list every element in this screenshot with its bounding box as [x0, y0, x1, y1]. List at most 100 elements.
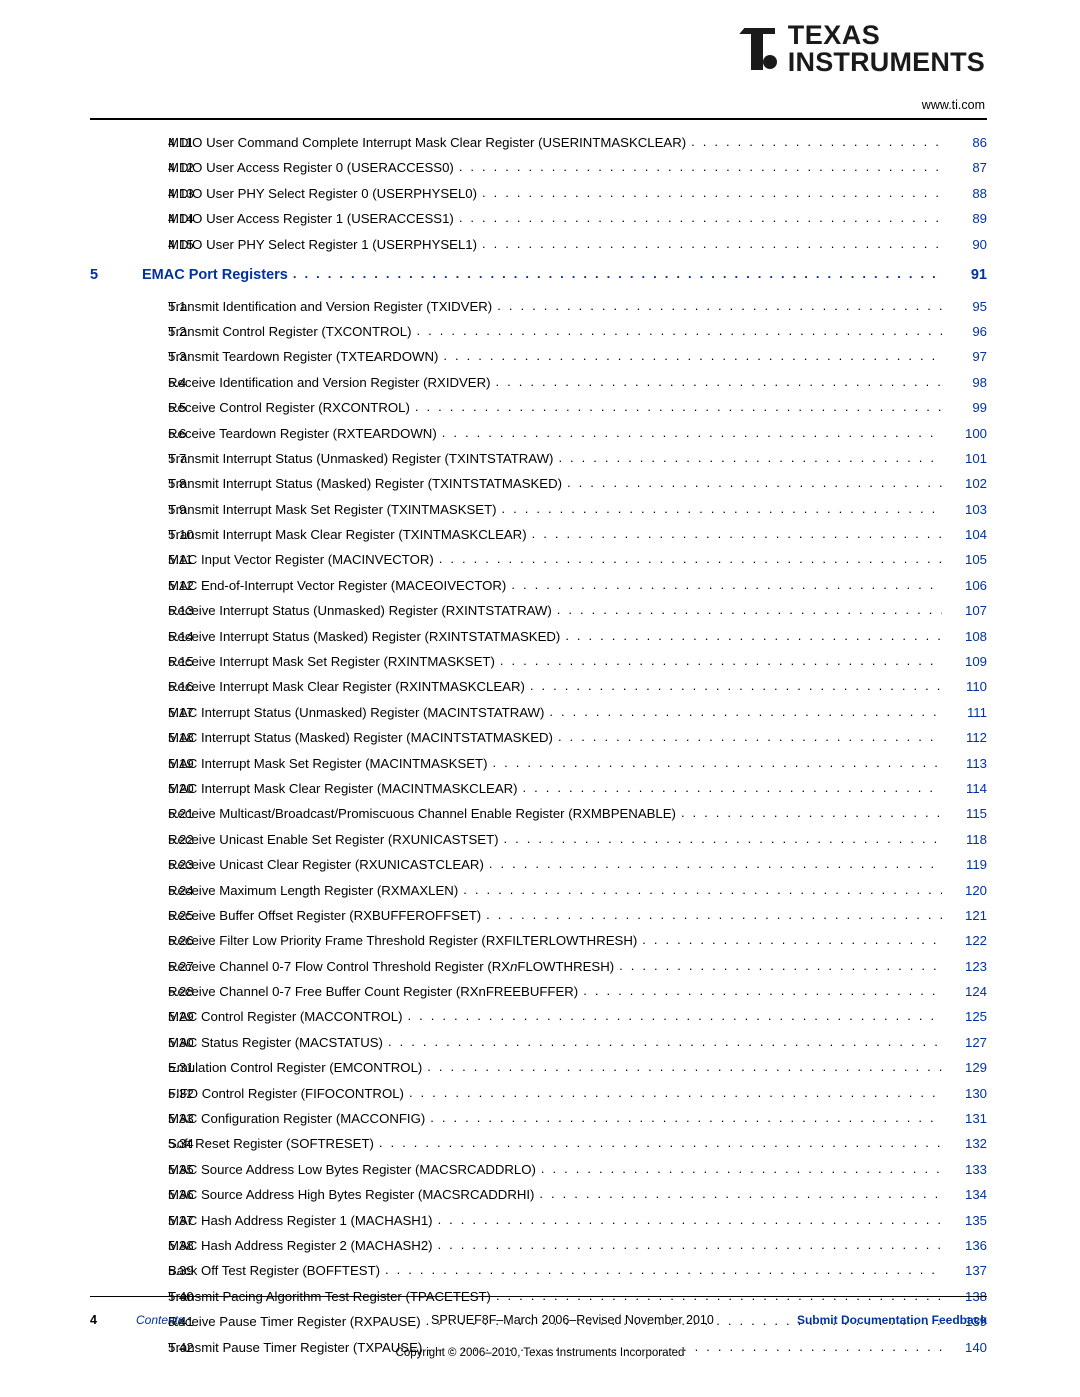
toc-page-number[interactable]: 86: [947, 136, 987, 149]
toc-entry-title: MAC Source Address Low Bytes Register (M…: [168, 1161, 536, 1177]
toc-row[interactable]: 4.15 MDIO User PHY Select Register 1 (USE…: [90, 232, 987, 257]
toc-page-number[interactable]: 113: [947, 756, 987, 769]
toc-row[interactable]: 5.1 Transmit Identification and Version R…: [90, 293, 987, 318]
toc-row[interactable]: 5.37 MAC Hash Address Register 1 (MACHASH…: [90, 1208, 987, 1233]
toc-row[interactable]: 5.6 Receive Teardown Register (RXTEARDOWN…: [90, 420, 987, 445]
toc-row[interactable]: 5.39 Back Off Test Register (BOFFTEST) . .…: [90, 1258, 987, 1283]
toc-row[interactable]: 5.25 Receive Buffer Offset Register (RXBU…: [90, 903, 987, 928]
toc-row[interactable]: 5.31 Emulation Control Register (EMCONTRO…: [90, 1055, 987, 1080]
toc-row[interactable]: 5.30 MAC Status Register (MACSTATUS) . . .…: [90, 1030, 987, 1055]
toc-page-number[interactable]: 115: [947, 807, 987, 820]
toc-row[interactable]: 5.19 MAC Interrupt Mask Set Register (MAC…: [90, 750, 987, 775]
toc-row[interactable]: 5.11 MAC Input Vector Register (MACINVECT…: [90, 547, 987, 572]
toc-page-number[interactable]: 98: [947, 376, 987, 389]
toc-row[interactable]: 5.34 Soft Reset Register (SOFTRESET) . . .…: [90, 1131, 987, 1156]
toc-row[interactable]: 5.3 Transmit Teardown Register (TXTEARDOW…: [90, 344, 987, 369]
toc-page-number[interactable]: 95: [947, 299, 987, 312]
toc-row[interactable]: 5.12 MAC End-of-Interrupt Vector Register…: [90, 573, 987, 598]
toc-row[interactable]: 5.22 Receive Unicast Enable Set Register …: [90, 827, 987, 852]
toc-row[interactable]: 5.4 Receive Identification and Version Re…: [90, 370, 987, 395]
toc-page-number[interactable]: 88: [947, 187, 987, 200]
toc-row[interactable]: 5.18 MAC Interrupt Status (Masked) Regist…: [90, 725, 987, 750]
toc-row[interactable]: 5.7 Transmit Interrupt Status (Unmasked) …: [90, 446, 987, 471]
toc-row[interactable]: 5.13 Receive Interrupt Status (Unmasked) …: [90, 598, 987, 623]
toc-page-number[interactable]: 137: [947, 1264, 987, 1277]
toc-row[interactable]: 5.23 Receive Unicast Clear Register (RXUN…: [90, 852, 987, 877]
toc-page-number[interactable]: 103: [947, 502, 987, 515]
toc-page-number[interactable]: 129: [947, 1061, 987, 1074]
toc-row[interactable]: 5.26 Receive Filter Low Priority Frame Th…: [90, 928, 987, 953]
toc-page-number[interactable]: 111: [947, 706, 987, 719]
toc-page-number[interactable]: 130: [947, 1086, 987, 1099]
toc-leader-dots: . . . . . . . . . . . . . . . . . . . . …: [691, 135, 942, 149]
toc-page-number[interactable]: 134: [947, 1188, 987, 1201]
toc-row[interactable]: 5.36 MAC Source Address High Bytes Regist…: [90, 1182, 987, 1207]
toc-row[interactable]: 5.32 FIFO Control Register (FIFOCONTROL).…: [90, 1081, 987, 1106]
toc-page-number[interactable]: 105: [947, 553, 987, 566]
toc-page-number[interactable]: 101: [947, 452, 987, 465]
toc-page-number[interactable]: 112: [947, 731, 987, 744]
toc-page-number[interactable]: 114: [947, 782, 987, 795]
toc-page-number[interactable]: 132: [947, 1137, 987, 1150]
toc-page-number[interactable]: 133: [947, 1163, 987, 1176]
toc-page-number[interactable]: 123: [947, 960, 987, 973]
toc-page-number[interactable]: 107: [947, 604, 987, 617]
toc-page-number[interactable]: 96: [947, 325, 987, 338]
toc-page-number[interactable]: 108: [947, 629, 987, 642]
toc-page-number[interactable]: 102: [947, 477, 987, 490]
toc-row[interactable]: 4.11 MDIO User Command Complete Interrupt…: [90, 130, 987, 155]
toc-row[interactable]: 5.10 Transmit Interrupt Mask Clear Regist…: [90, 522, 987, 547]
toc-leader-dots: . . . . . . . . . . . . . . . . . . . . …: [378, 1136, 942, 1150]
submit-documentation-feedback-link[interactable]: Submit Documentation Feedback: [797, 1313, 987, 1327]
toc-row[interactable]: 5.21 Receive Multicast/Broadcast/Promiscu…: [90, 801, 987, 826]
toc-entry-title: Transmit Interrupt Mask Set Register (TX…: [168, 501, 497, 517]
footer-divider: [90, 1296, 987, 1297]
toc-page-number[interactable]: 121: [947, 909, 987, 922]
toc-page-number[interactable]: 109: [947, 655, 987, 668]
toc-page-number[interactable]: 125: [947, 1010, 987, 1023]
toc-section-number: 5.29: [168, 1009, 194, 1025]
toc-page-number[interactable]: 100: [947, 426, 987, 439]
toc-page-number[interactable]: 127: [947, 1036, 987, 1049]
toc-page-number[interactable]: 122: [947, 934, 987, 947]
toc-row[interactable]: 5.16 Receive Interrupt Mask Clear Registe…: [90, 674, 987, 699]
toc-page-number[interactable]: 124: [947, 985, 987, 998]
toc-row[interactable]: 5.35 MAC Source Address Low Bytes Registe…: [90, 1157, 987, 1182]
toc-page-number[interactable]: 118: [947, 833, 987, 846]
toc-page-number[interactable]: 110: [947, 680, 987, 693]
toc-row[interactable]: 4.12 MDIO User Access Register 0 (USERACC…: [90, 155, 987, 180]
toc-row[interactable]: 5.8 Transmit Interrupt Status (Masked) Re…: [90, 471, 987, 496]
toc-row[interactable]: 5.5 Receive Control Register (RXCONTROL).…: [90, 395, 987, 420]
toc-page-number[interactable]: 91: [947, 268, 987, 283]
toc-page-number[interactable]: 89: [947, 212, 987, 225]
toc-page-number[interactable]: 90: [947, 237, 987, 250]
toc-page-number[interactable]: 99: [947, 401, 987, 414]
toc-row[interactable]: 4.13 MDIO User PHY Select Register 0 (USE…: [90, 181, 987, 206]
toc-page-number[interactable]: 119: [947, 858, 987, 871]
toc-row[interactable]: 5.20 MAC Interrupt Mask Clear Register (M…: [90, 776, 987, 801]
toc-page-number[interactable]: 136: [947, 1239, 987, 1252]
toc-row[interactable]: 5.24 Receive Maximum Length Register (RXM…: [90, 877, 987, 902]
toc-page-number[interactable]: 106: [947, 579, 987, 592]
toc-page-number[interactable]: 120: [947, 883, 987, 896]
toc-page-number[interactable]: 135: [947, 1213, 987, 1226]
toc-row[interactable]: 5.27 Receive Channel 0-7 Flow Control Thr…: [90, 954, 987, 979]
toc-chapter-row[interactable]: 5 EMAC Port Registers . . . . . . . . . . …: [90, 257, 987, 294]
toc-row[interactable]: 5.28 Receive Channel 0-7 Free Buffer Coun…: [90, 979, 987, 1004]
toc-section-number: 5.30: [168, 1034, 194, 1050]
toc-section-number: 5.15: [168, 654, 194, 670]
toc-row[interactable]: 5.15 Receive Interrupt Mask Set Register …: [90, 649, 987, 674]
toc-row[interactable]: 5.17 MAC Interrupt Status (Unmasked) Regi…: [90, 700, 987, 725]
toc-row[interactable]: 5.2 Transmit Control Register (TXCONTROL)…: [90, 319, 987, 344]
toc-row[interactable]: 4.14 MDIO User Access Register 1 (USERACC…: [90, 206, 987, 231]
toc-row[interactable]: 5.33 MAC Configuration Register (MACCONFI…: [90, 1106, 987, 1131]
toc-page-number[interactable]: 97: [947, 350, 987, 363]
toc-page-number[interactable]: 104: [947, 528, 987, 541]
toc-page-number[interactable]: 131: [947, 1112, 987, 1125]
toc-row[interactable]: 5.38 MAC Hash Address Register 2 (MACHASH…: [90, 1233, 987, 1258]
ti-brand-line1: TEXAS: [787, 20, 881, 50]
toc-page-number[interactable]: 87: [947, 161, 987, 174]
toc-row[interactable]: 5.9 Transmit Interrupt Mask Set Register …: [90, 497, 987, 522]
toc-row[interactable]: 5.29 MAC Control Register (MACCONTROL) . .…: [90, 1004, 987, 1029]
toc-row[interactable]: 5.14 Receive Interrupt Status (Masked) Re…: [90, 624, 987, 649]
